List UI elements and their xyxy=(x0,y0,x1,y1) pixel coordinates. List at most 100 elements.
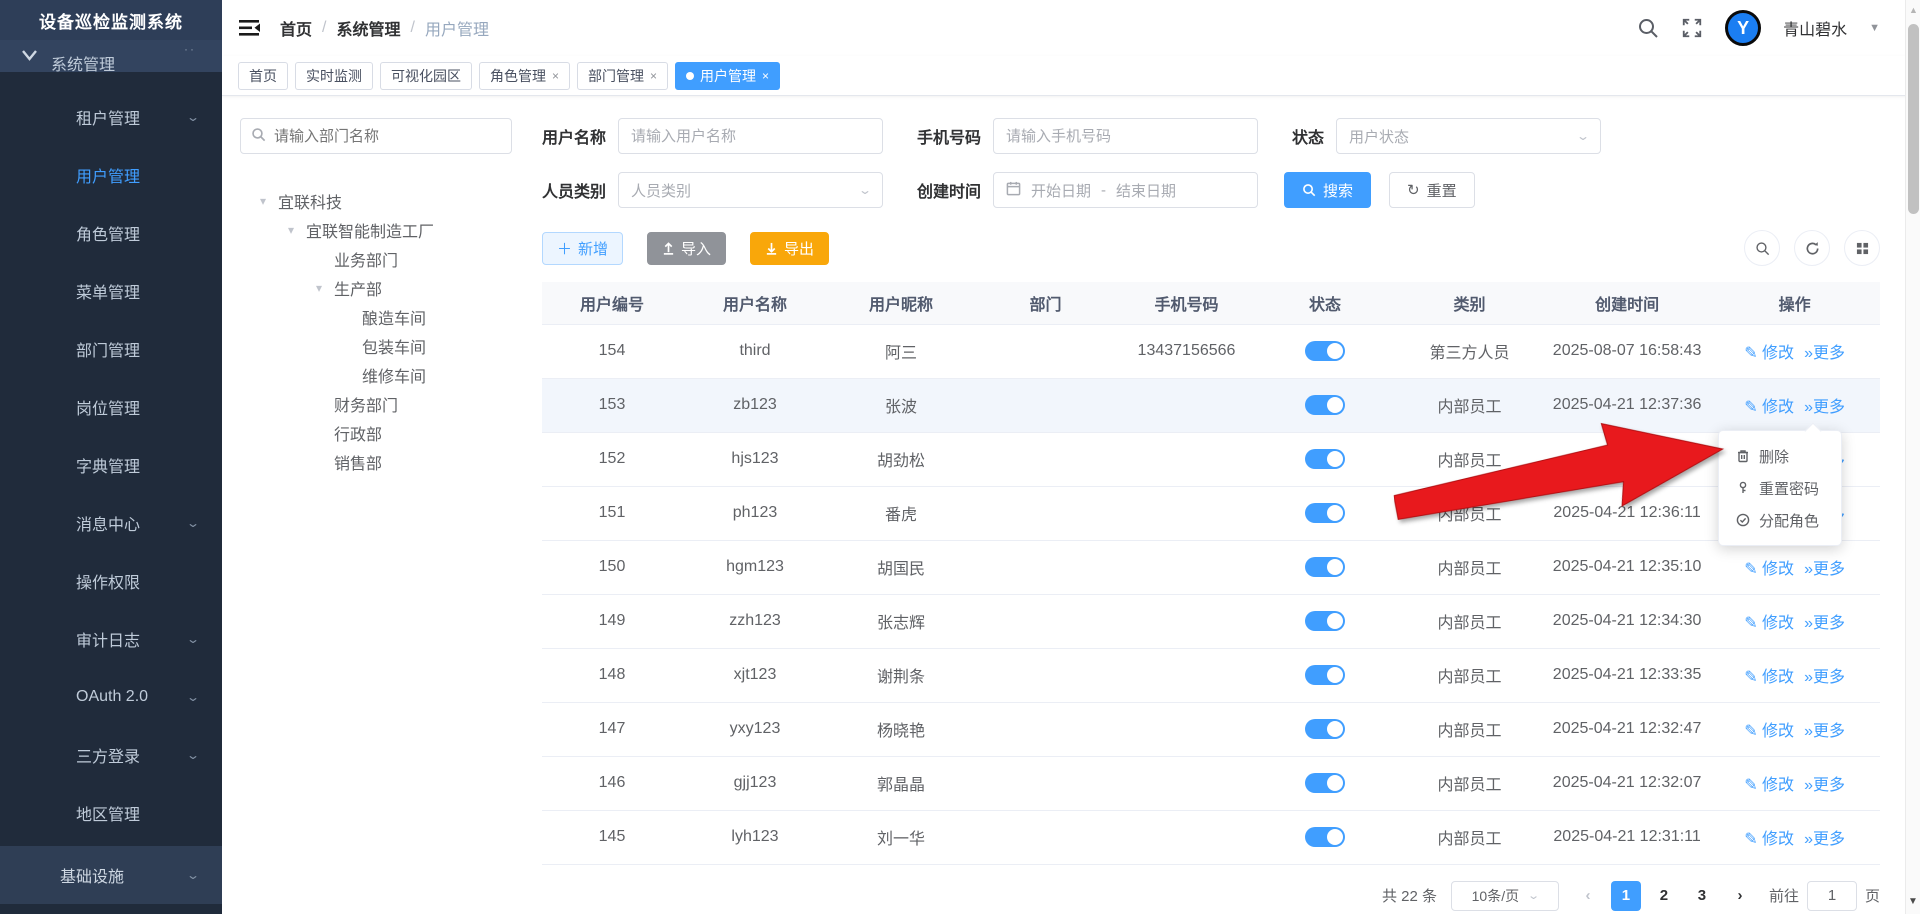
add-button[interactable]: ＋新增 xyxy=(542,232,623,265)
department-search-field[interactable] xyxy=(240,118,512,154)
tab-home[interactable]: 首页 xyxy=(238,62,288,90)
edit-link[interactable]: ✎ 修改 xyxy=(1744,345,1794,362)
tree-node[interactable]: 行政部 xyxy=(240,418,512,447)
tree-node[interactable]: 销售部 xyxy=(240,447,512,476)
status-toggle[interactable] xyxy=(1305,773,1345,793)
table-refresh-icon[interactable] xyxy=(1794,230,1830,266)
column-settings-icon[interactable] xyxy=(1844,230,1880,266)
status-toggle[interactable] xyxy=(1305,665,1345,685)
next-page-button[interactable]: › xyxy=(1725,881,1755,911)
search-button[interactable]: 搜索 xyxy=(1284,172,1371,208)
edit-link[interactable]: ✎ 修改 xyxy=(1744,669,1794,686)
status-toggle[interactable] xyxy=(1305,341,1345,361)
sidebar-item-users[interactable]: 用户管理 xyxy=(0,146,222,204)
breadcrumb-home[interactable]: 首页 xyxy=(280,16,312,40)
tree-node[interactable]: ▾生产部 xyxy=(240,273,512,302)
status-toggle[interactable] xyxy=(1305,449,1345,469)
reset-button[interactable]: ↻ 重置 xyxy=(1389,172,1475,208)
scroll-down-icon[interactable]: ▼ xyxy=(1908,896,1918,907)
more-link[interactable]: »更多 xyxy=(1804,345,1845,362)
status-toggle[interactable] xyxy=(1305,557,1345,577)
edit-link[interactable]: ✎ 修改 xyxy=(1744,723,1794,740)
reset-password-menu-item[interactable]: 重置密码 xyxy=(1719,472,1841,504)
fullscreen-icon[interactable] xyxy=(1681,17,1703,39)
edit-link[interactable]: ✎ 修改 xyxy=(1744,561,1794,578)
tree-node[interactable]: ▾宜联科技 xyxy=(240,186,512,215)
tree-node[interactable]: ▾宜联智能制造工厂 xyxy=(240,215,512,244)
sidebar-item-third-party-login[interactable]: 三方登录⌄ xyxy=(0,726,222,784)
breadcrumb-system[interactable]: 系统管理 xyxy=(336,16,400,40)
close-icon[interactable]: × xyxy=(650,69,657,83)
page-button-2[interactable]: 2 xyxy=(1649,881,1679,911)
tree-node[interactable]: 酿造车间 xyxy=(240,302,512,331)
date-range-picker[interactable]: 开始日期 - 结束日期 xyxy=(993,172,1258,208)
close-icon[interactable]: × xyxy=(552,69,559,83)
scroll-up-icon[interactable]: ▲ xyxy=(1909,5,1918,15)
avatar[interactable]: Y xyxy=(1725,10,1761,46)
status-toggle[interactable] xyxy=(1305,611,1345,631)
status-toggle[interactable] xyxy=(1305,827,1345,847)
edit-link[interactable]: ✎ 修改 xyxy=(1744,831,1794,848)
edit-link[interactable]: ✎ 修改 xyxy=(1744,615,1794,632)
delete-menu-item[interactable]: 删除 xyxy=(1719,440,1841,472)
sidebar-item-posts[interactable]: 岗位管理 xyxy=(0,378,222,436)
goto-page-input[interactable] xyxy=(1807,881,1857,911)
page-button-1[interactable]: 1 xyxy=(1611,881,1641,911)
prev-page-button[interactable]: ‹ xyxy=(1573,881,1603,911)
status-toggle[interactable] xyxy=(1305,719,1345,739)
edit-link[interactable]: ✎ 修改 xyxy=(1744,399,1794,416)
tree-expand-icon[interactable]: ▾ xyxy=(260,194,278,208)
sidebar-item-oauth[interactable]: OAuth 2.0⌄ xyxy=(0,668,222,726)
more-link[interactable]: »更多 xyxy=(1804,669,1845,686)
status-toggle[interactable] xyxy=(1305,395,1345,415)
import-button[interactable]: 导入 xyxy=(647,232,726,265)
sidebar-item-departments[interactable]: 部门管理 xyxy=(0,320,222,378)
vertical-scrollbar[interactable]: ▲ ▼ xyxy=(1905,0,1920,914)
more-link[interactable]: »更多 xyxy=(1804,777,1845,794)
tab-visual-park[interactable]: 可视化园区 xyxy=(380,62,472,90)
export-button[interactable]: 导出 xyxy=(750,232,829,265)
sidebar-section-system[interactable]: 系统管理 ·· xyxy=(0,40,222,72)
scrollbar-thumb[interactable] xyxy=(1908,24,1919,214)
sidebar-item-operation-permissions[interactable]: 操作权限 xyxy=(0,552,222,610)
phone-input[interactable] xyxy=(1006,128,1245,145)
sidebar-item-regions[interactable]: 地区管理 xyxy=(0,784,222,842)
sidebar-item-tenant[interactable]: 租户管理⌄ xyxy=(0,88,222,146)
close-icon[interactable]: × xyxy=(762,69,769,83)
tab-realtime-monitor[interactable]: 实时监测 xyxy=(295,62,373,90)
sidebar-item-message-center[interactable]: 消息中心⌄ xyxy=(0,494,222,552)
menu-fold-icon[interactable] xyxy=(238,18,262,38)
tree-node[interactable]: 财务部门 xyxy=(240,389,512,418)
sidebar-item-dictionary[interactable]: 字典管理 xyxy=(0,436,222,494)
tree-node[interactable]: 业务部门 xyxy=(240,244,512,273)
more-link[interactable]: »更多 xyxy=(1804,615,1845,632)
user-name[interactable]: 青山碧水 xyxy=(1783,16,1847,40)
caret-down-icon[interactable]: ▼ xyxy=(1869,22,1880,34)
more-link[interactable]: »更多 xyxy=(1804,831,1845,848)
tree-expand-icon[interactable]: ▾ xyxy=(316,281,334,295)
assign-role-menu-item[interactable]: 分配角色 xyxy=(1719,504,1841,536)
edit-link[interactable]: ✎ 修改 xyxy=(1744,777,1794,794)
table-search-icon[interactable] xyxy=(1744,230,1780,266)
status-select[interactable]: 用户状态⌄ xyxy=(1336,118,1601,154)
tab-department-management[interactable]: 部门管理× xyxy=(577,62,668,90)
sidebar-item-infrastructure[interactable]: 基础设施⌄ xyxy=(0,846,222,904)
search-icon[interactable] xyxy=(1637,17,1659,39)
sidebar-item-audit-logs[interactable]: 审计日志⌄ xyxy=(0,610,222,668)
more-link[interactable]: »更多 xyxy=(1804,723,1845,740)
status-toggle[interactable] xyxy=(1305,503,1345,523)
tree-expand-icon[interactable]: ▾ xyxy=(288,223,306,237)
tree-node[interactable]: 维修车间 xyxy=(240,360,512,389)
department-search-input[interactable] xyxy=(274,128,501,145)
tab-role-management[interactable]: 角色管理× xyxy=(479,62,570,90)
person-type-select[interactable]: 人员类别⌄ xyxy=(618,172,883,208)
more-link[interactable]: »更多 xyxy=(1804,561,1845,578)
page-button-3[interactable]: 3 xyxy=(1687,881,1717,911)
tree-node[interactable]: 包装车间 xyxy=(240,331,512,360)
tab-user-management[interactable]: 用户管理× xyxy=(675,62,780,90)
username-input[interactable] xyxy=(631,128,870,145)
sidebar-item-roles[interactable]: 角色管理 xyxy=(0,204,222,262)
more-link[interactable]: »更多 xyxy=(1804,399,1845,416)
sidebar-item-menus[interactable]: 菜单管理 xyxy=(0,262,222,320)
page-size-select[interactable]: 10条/页⌄ xyxy=(1451,881,1559,911)
